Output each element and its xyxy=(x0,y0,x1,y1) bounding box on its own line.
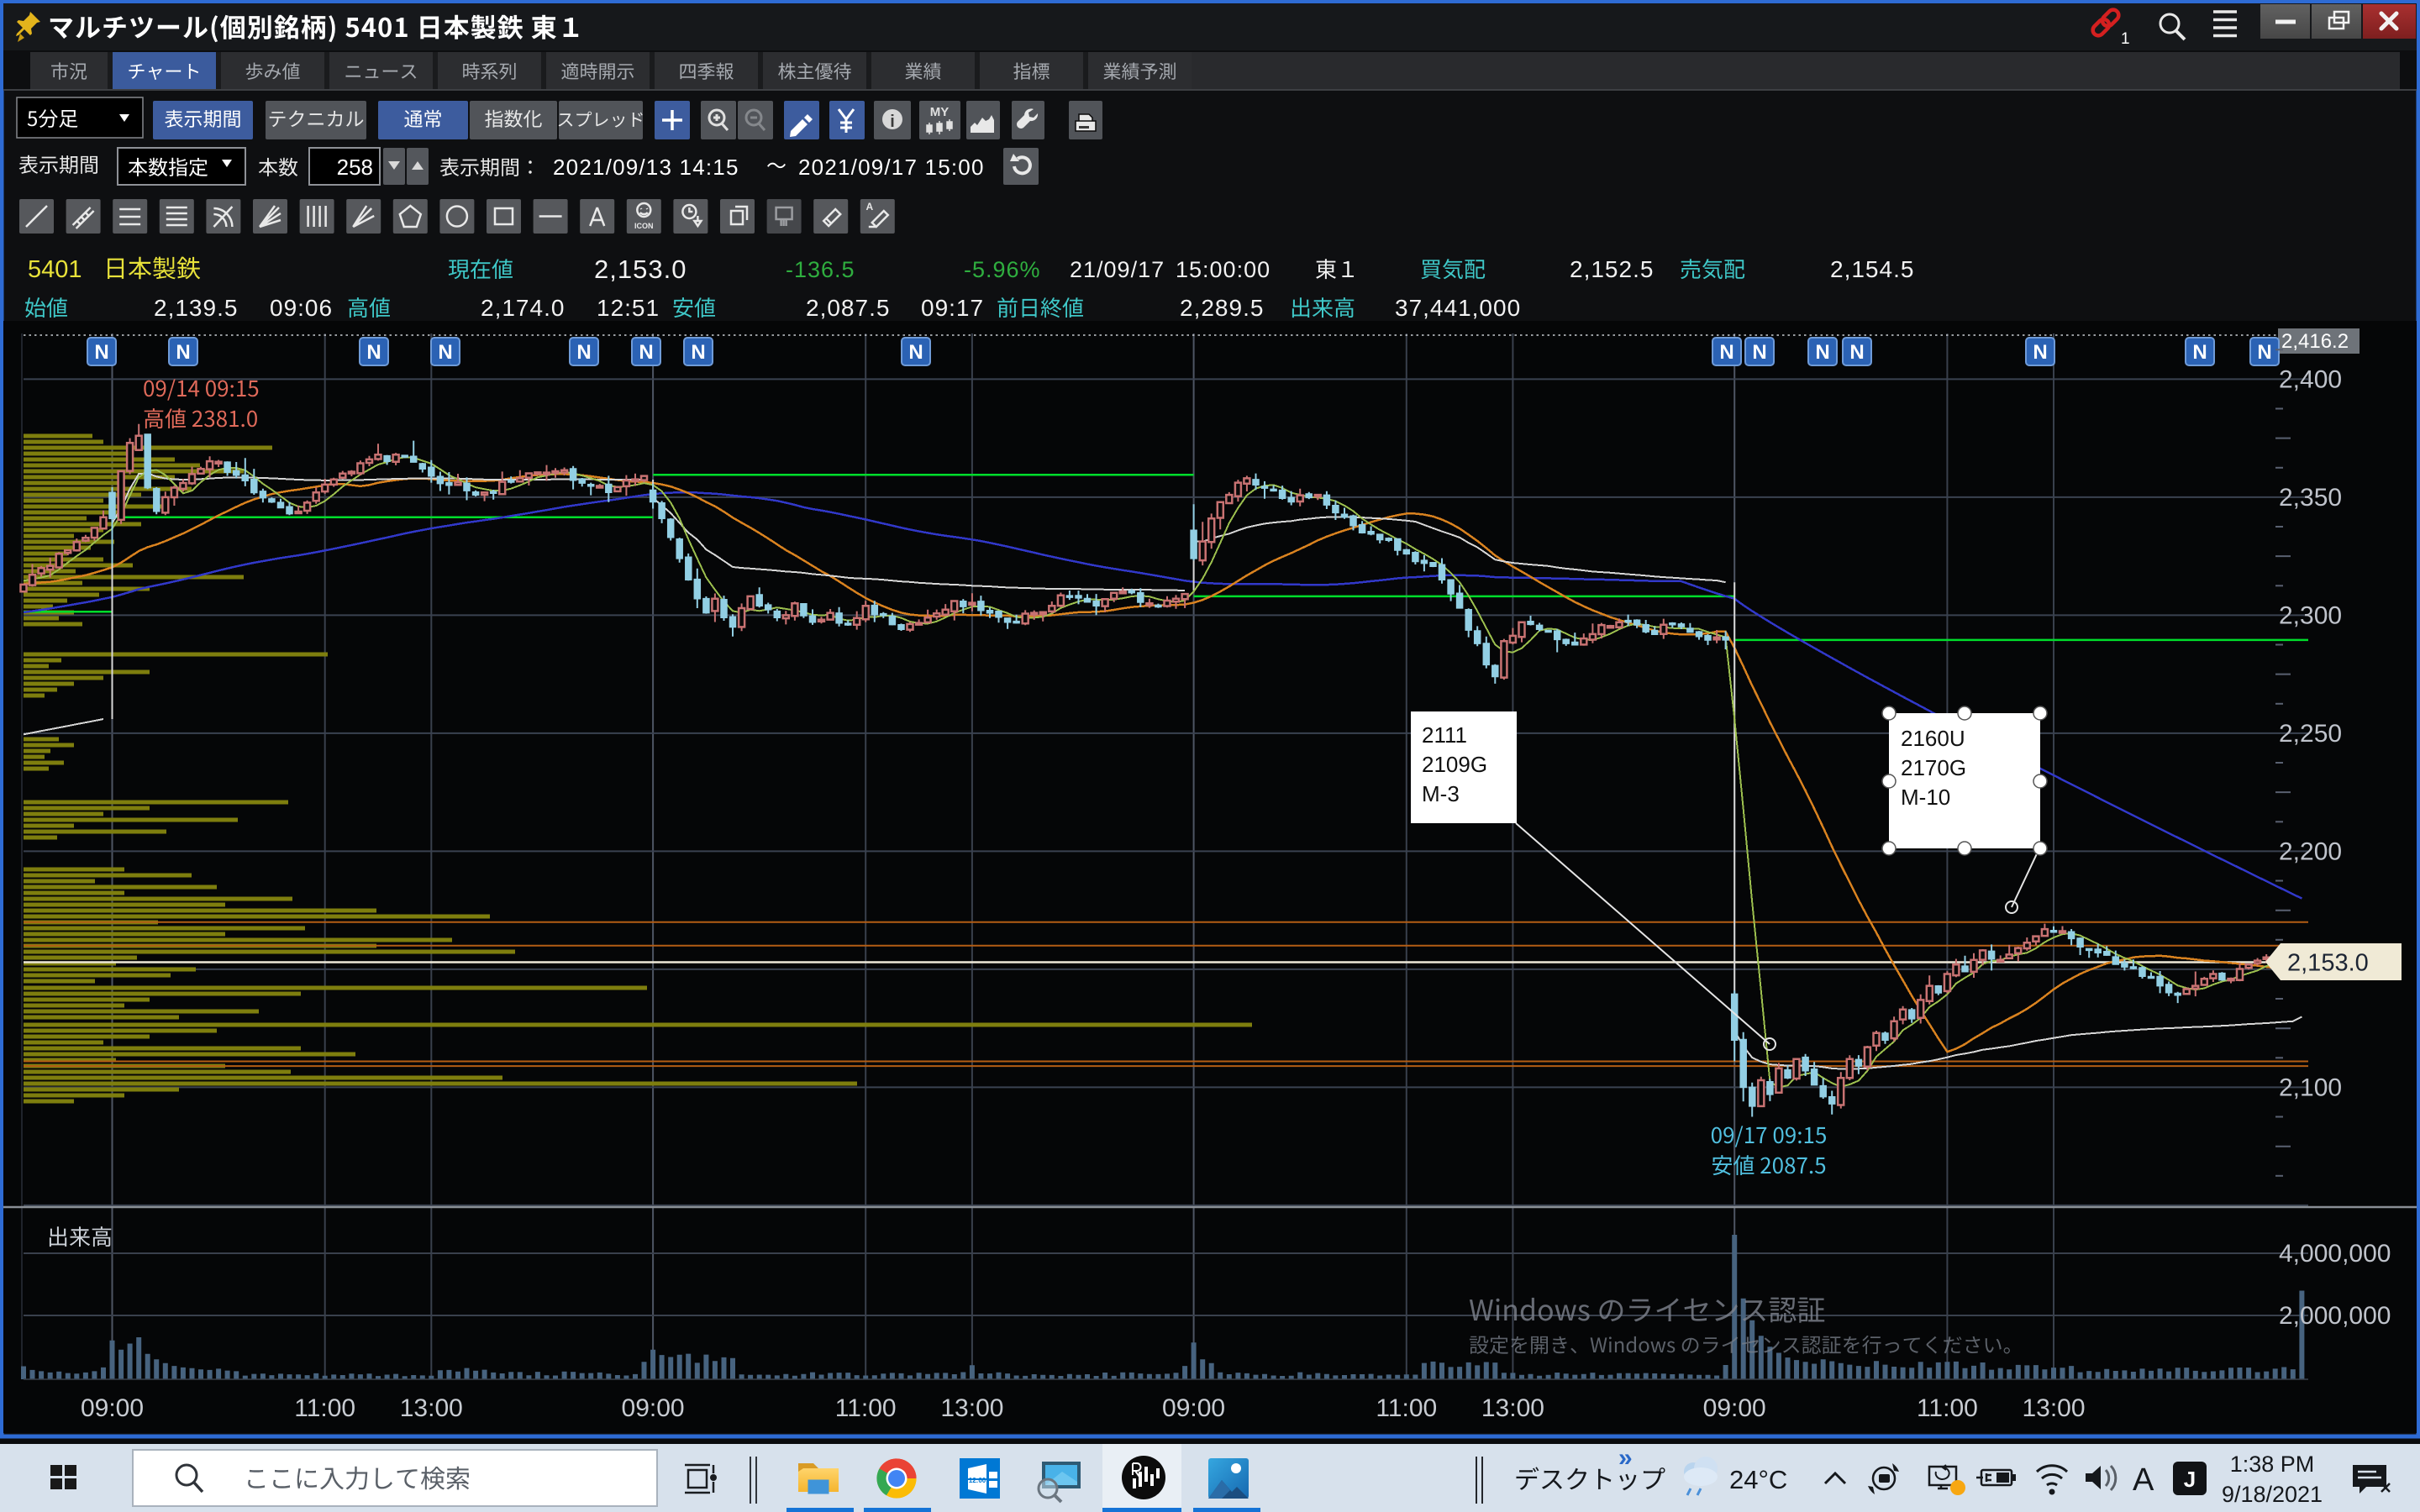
svg-text:-5.96%: -5.96% xyxy=(964,257,1041,282)
svg-text:258: 258 xyxy=(337,155,373,180)
svg-text:09:17: 09:17 xyxy=(921,295,984,321)
svg-text:-136.5: -136.5 xyxy=(786,257,855,282)
svg-text:13:00: 13:00 xyxy=(1481,1394,1544,1422)
svg-text:MY: MY xyxy=(930,105,950,119)
svg-text:N: N xyxy=(2192,341,2207,364)
svg-text:i: i xyxy=(890,113,895,131)
svg-text:09:00: 09:00 xyxy=(81,1394,144,1422)
svg-text:2,250: 2,250 xyxy=(2279,720,2342,748)
svg-text:5401: 5401 xyxy=(28,256,82,283)
svg-text:2,087.5: 2,087.5 xyxy=(806,295,890,321)
svg-text:2,300: 2,300 xyxy=(2279,601,2342,629)
svg-text:2,174.0: 2,174.0 xyxy=(481,295,565,321)
svg-text:2021/09/17 15:00: 2021/09/17 15:00 xyxy=(798,155,985,180)
svg-text:N: N xyxy=(2033,341,2047,364)
svg-text:N: N xyxy=(1849,341,1864,364)
svg-text:2170G: 2170G xyxy=(1901,755,1966,780)
svg-text:N: N xyxy=(1815,341,1829,364)
svg-text:2,153.0: 2,153.0 xyxy=(2287,950,2369,977)
svg-text:2,152.5: 2,152.5 xyxy=(1570,256,1654,282)
svg-text:13:00: 13:00 xyxy=(2022,1394,2085,1422)
svg-text:21/09/17: 21/09/17 xyxy=(1070,257,1165,282)
svg-text:11:00: 11:00 xyxy=(1376,1394,1437,1422)
svg-text:11:00: 11:00 xyxy=(294,1394,355,1422)
svg-text:N: N xyxy=(908,341,923,364)
svg-text:A: A xyxy=(2133,1462,2154,1498)
svg-text:2021/09/13 14:15: 2021/09/13 14:15 xyxy=(553,155,739,180)
svg-text:12:51: 12:51 xyxy=(597,295,660,321)
svg-text:2,200: 2,200 xyxy=(2279,837,2342,865)
svg-text:2,000,000: 2,000,000 xyxy=(2279,1302,2391,1330)
svg-text:1:38 PM: 1:38 PM xyxy=(2230,1452,2315,1477)
svg-text:2,100: 2,100 xyxy=(2279,1074,2342,1101)
svg-text:ICON: ICON xyxy=(634,222,654,230)
svg-text:A: A xyxy=(865,201,873,213)
svg-text:2,350: 2,350 xyxy=(2279,484,2342,512)
svg-text:2,289.5: 2,289.5 xyxy=(1180,295,1264,321)
svg-text:1: 1 xyxy=(2121,30,2130,48)
svg-text:2109G: 2109G xyxy=(1422,752,1487,777)
svg-text:N: N xyxy=(176,341,190,364)
svg-text:11:00: 11:00 xyxy=(1917,1394,1978,1422)
svg-text:N: N xyxy=(2257,341,2271,364)
svg-text:11:00: 11:00 xyxy=(835,1394,897,1422)
svg-text:09:00: 09:00 xyxy=(1703,1394,1766,1422)
svg-text:M-10: M-10 xyxy=(1901,785,1950,810)
svg-text:13:00: 13:00 xyxy=(400,1394,463,1422)
svg-text:09:06: 09:06 xyxy=(270,295,333,321)
svg-text:N: N xyxy=(639,341,653,364)
svg-text:2111: 2111 xyxy=(1422,722,1467,748)
svg-text:N: N xyxy=(366,341,381,364)
svg-text:37,441,000: 37,441,000 xyxy=(1395,295,1521,321)
svg-text:N: N xyxy=(1752,341,1766,364)
svg-text:13:00: 13:00 xyxy=(940,1394,1003,1422)
svg-text:2160U: 2160U xyxy=(1901,726,1965,751)
svg-text:15:00:00: 15:00:00 xyxy=(1176,257,1270,282)
svg-text:»: » xyxy=(1618,1444,1633,1472)
svg-text:9/18/2021: 9/18/2021 xyxy=(2222,1482,2323,1507)
svg-text:N: N xyxy=(1719,341,1733,364)
svg-text:2,139.5: 2,139.5 xyxy=(154,295,238,321)
svg-text:24°C: 24°C xyxy=(1729,1465,1787,1494)
svg-text:N: N xyxy=(438,341,452,364)
svg-text:N: N xyxy=(94,341,108,364)
svg-text:J: J xyxy=(2184,1467,2196,1492)
svg-text:N: N xyxy=(576,341,591,364)
svg-text:09:00: 09:00 xyxy=(622,1394,685,1422)
svg-text:2,154.5: 2,154.5 xyxy=(1830,256,1914,282)
svg-text:2,416.2: 2,416.2 xyxy=(2281,330,2349,353)
svg-text:M-3: M-3 xyxy=(1422,781,1460,806)
svg-text:09:00: 09:00 xyxy=(1162,1394,1225,1422)
svg-text:2,400: 2,400 xyxy=(2279,365,2342,393)
svg-text:N: N xyxy=(691,341,705,364)
svg-text:4,000,000: 4,000,000 xyxy=(2279,1240,2391,1268)
svg-text:12:00: 12:00 xyxy=(969,1477,986,1484)
svg-text:2,153.0: 2,153.0 xyxy=(594,255,687,284)
